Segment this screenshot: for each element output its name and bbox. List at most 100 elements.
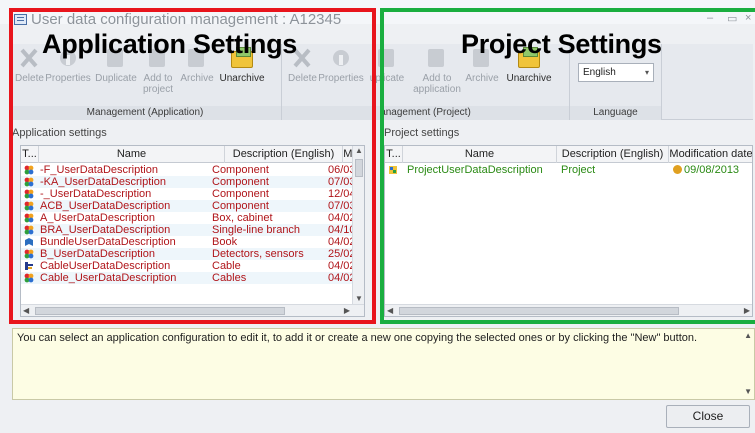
delete-icon: [16, 46, 42, 70]
cell-name: B_UserDataDescription: [40, 248, 155, 260]
scroll-left-icon[interactable]: ◀: [387, 306, 393, 316]
scroll-right-icon[interactable]: ▶: [344, 306, 350, 316]
col-header-type[interactable]: T...: [21, 146, 39, 163]
component-icon: [24, 225, 34, 235]
app-grid-hscroll-thumb[interactable]: [35, 307, 285, 315]
cell-modification-date: 09/08/2013: [673, 164, 751, 176]
col-header-name[interactable]: Name: [403, 146, 557, 163]
group-label-language: Language: [570, 106, 661, 120]
cell-modification-date: 25/02: [328, 248, 352, 260]
app-grid-vertical-scrollbar[interactable]: ▲ ▼: [352, 146, 364, 304]
chevron-down-icon: ▾: [644, 68, 649, 77]
project-settings-annotation: Project Settings: [461, 29, 662, 59]
cell-description: Component: [212, 164, 269, 176]
cell-description: Book: [212, 236, 238, 248]
cell-modification-date: 07/03: [328, 176, 352, 188]
scroll-down-icon[interactable]: ▼: [744, 387, 752, 397]
cell-name: CableUserDataDescription: [40, 260, 171, 272]
proj-properties-label: Properties: [318, 73, 364, 84]
help-text: You can select an application configurat…: [17, 332, 698, 344]
maximize-button[interactable]: ▭: [727, 12, 737, 25]
table-row[interactable]: -_UserDataDescription Component 12/04: [21, 188, 364, 200]
table-row[interactable]: BundleUserDataDescription Book 04/02: [21, 236, 364, 248]
component-icon: [24, 177, 34, 187]
cell-name: -F_UserDataDescription: [40, 164, 158, 176]
cell-description: Project: [561, 164, 596, 176]
title-bar: User data configuration management : A12…: [0, 0, 755, 28]
component-icon: [24, 249, 34, 259]
app-delete-label: Delete: [15, 73, 44, 84]
proj-settings-caption: Project settings: [384, 127, 460, 139]
cell-modification-date: 04/10: [328, 224, 352, 236]
component-icon: [24, 189, 34, 199]
table-row[interactable]: -F_UserDataDescription Component 06/03: [21, 164, 364, 176]
app-grid-header: T... Name Description (English) Mod: [21, 146, 364, 163]
duplicate-icon: [374, 46, 400, 70]
group-label-management-project: anagement (Project): [282, 106, 569, 120]
minimize-button[interactable]: –: [707, 12, 713, 24]
language-selected-value: English: [583, 67, 616, 78]
proj-archive-label: Archive: [465, 73, 499, 84]
help-text-box: You can select an application configurat…: [12, 328, 755, 400]
col-header-description[interactable]: Description (English): [557, 146, 669, 163]
table-row[interactable]: ProjectUserDataDescription Project 09/08/2…: [385, 164, 752, 176]
cell-name: Cable_UserDataDescription: [40, 272, 177, 284]
app-properties-label: Properties: [45, 73, 91, 84]
proj-add-to-application-button[interactable]: Add to application: [412, 44, 462, 95]
component-icon: [24, 201, 34, 211]
application-settings-annotation: Application Settings: [42, 29, 298, 59]
scroll-up-icon[interactable]: ▲: [744, 331, 752, 341]
cell-modification-date: 04/02: [328, 212, 352, 224]
proj-duplicate-button[interactable]: uplicate: [366, 44, 408, 84]
proj-delete-label: Delete: [288, 73, 317, 84]
cell-modification-date: 04/02: [328, 272, 352, 284]
add-to-application-icon: [424, 46, 450, 70]
proj-grid-horizontal-scrollbar[interactable]: ◀ ▶: [385, 304, 752, 316]
table-row[interactable]: CableUserDataDescription Cable 04/02: [21, 260, 364, 272]
properties-icon: [328, 46, 354, 70]
config-management-window: User data configuration management : A12…: [0, 0, 755, 433]
cell-modification-date: 07/03: [328, 200, 352, 212]
table-row[interactable]: -KA_UserDataDescription Component 07/03: [21, 176, 364, 188]
language-select[interactable]: English ▾: [578, 63, 654, 82]
cell-name: BRA_UserDataDescription: [40, 224, 171, 236]
app-unarchive-label: Unarchive: [219, 73, 265, 84]
col-header-type[interactable]: T...: [385, 146, 403, 163]
table-row[interactable]: Cable_UserDataDescription Cables 04/02: [21, 272, 364, 284]
app-grid-horizontal-scrollbar[interactable]: ◀ ▶: [21, 304, 364, 316]
group-label-management-application: Management (Application): [9, 106, 281, 120]
cell-description: Component: [212, 176, 269, 188]
app-add-to-project-label: Add to project: [142, 73, 173, 95]
cable-icon: [24, 261, 34, 271]
scroll-up-icon[interactable]: ▲: [355, 146, 363, 156]
cell-description: Component: [212, 188, 269, 200]
col-header-modification[interactable]: Modification date: [669, 146, 752, 163]
proj-grid-header: T... Name Description (English) Modifica…: [385, 146, 752, 163]
component-icon: [24, 165, 34, 175]
proj-duplicate-label: uplicate: [369, 73, 405, 84]
cell-description: Cable: [212, 260, 241, 272]
cell-modification-date: 12/04: [328, 188, 352, 200]
cell-description: Box, cabinet: [212, 212, 273, 224]
app-grid-vscroll-thumb[interactable]: [355, 159, 363, 177]
component-icon: [24, 213, 34, 223]
cell-name: A_UserDataDescription: [40, 212, 155, 224]
col-header-description[interactable]: Description (English): [225, 146, 343, 163]
close-button[interactable]: Close: [666, 405, 750, 428]
scroll-down-icon[interactable]: ▼: [355, 294, 363, 304]
proj-settings-grid[interactable]: T... Name Description (English) Modifica…: [384, 145, 753, 317]
app-delete-button[interactable]: Delete: [15, 44, 44, 84]
project-icon: [388, 165, 398, 175]
scroll-right-icon[interactable]: ▶: [744, 306, 750, 316]
proj-grid-hscroll-thumb[interactable]: [399, 307, 679, 315]
scroll-left-icon[interactable]: ◀: [23, 306, 29, 316]
table-row[interactable]: B_UserDataDescription Detectors, sensors 2…: [21, 248, 364, 260]
proj-properties-button[interactable]: Properties: [318, 44, 364, 84]
app-settings-grid[interactable]: T... Name Description (English) Mod -F_U…: [20, 145, 365, 317]
close-window-button[interactable]: ×: [745, 12, 751, 24]
table-row[interactable]: A_UserDataDescription Box, cabinet 04/02: [21, 212, 364, 224]
table-row[interactable]: ACB_UserDataDescription Component 07/03: [21, 200, 364, 212]
cell-name: BundleUserDataDescription: [40, 236, 176, 248]
table-row[interactable]: BRA_UserDataDescription Single-line branc…: [21, 224, 364, 236]
col-header-name[interactable]: Name: [39, 146, 225, 163]
